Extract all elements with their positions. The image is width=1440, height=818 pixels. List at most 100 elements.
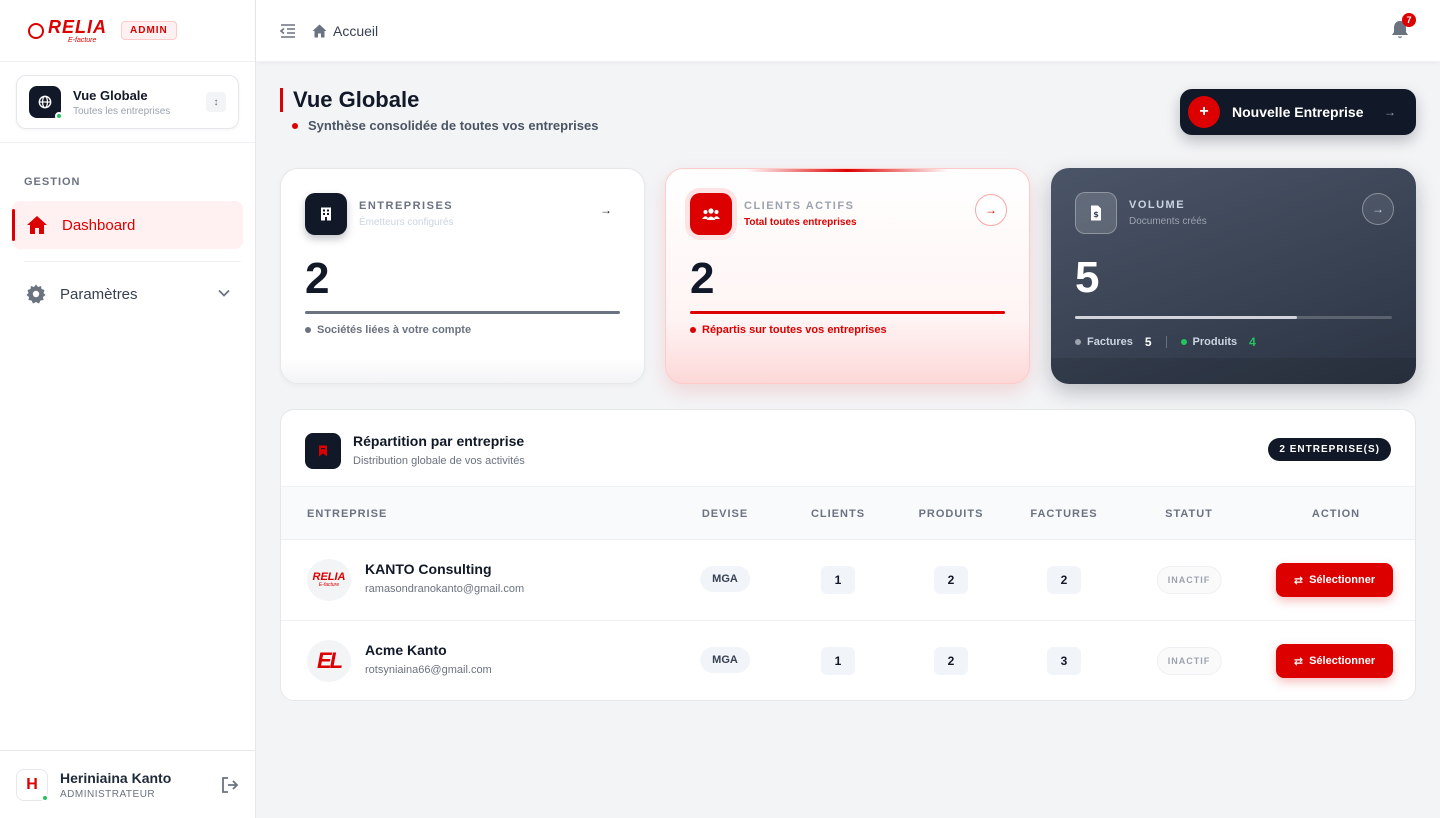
open-companies-arrow-icon[interactable]: → (590, 194, 622, 226)
column-header[interactable]: PRODUITS (919, 508, 984, 520)
gear-icon (26, 284, 46, 304)
select-company-button[interactable]: ⇄ Sélectionner (1276, 563, 1393, 597)
logout-icon[interactable] (221, 776, 239, 793)
sidebar-item-dashboard[interactable]: Dashboard (12, 201, 243, 249)
new-company-label: Nouvelle Entreprise (1232, 104, 1364, 120)
divider (1165, 336, 1167, 348)
clients-count: 1 (821, 566, 855, 594)
table-row: EL Acme Kanto rotsyniaina66@gmail.com MG… (281, 621, 1415, 700)
plus-icon: + (1188, 96, 1220, 128)
avatar[interactable]: H (16, 768, 49, 802)
online-indicator (55, 112, 63, 120)
column-header[interactable]: ACTION (1312, 508, 1360, 520)
products-count: 2 (934, 566, 968, 594)
svg-text:$: $ (1093, 210, 1099, 219)
bullet-dot (690, 327, 696, 333)
arrow-right-icon: → (1384, 105, 1396, 119)
card-footer-text: Répartis sur toutes vos entreprises (702, 324, 887, 336)
card-progress-bar (305, 311, 620, 314)
table-header: ENTREPRISE DEVISE CLIENTS PRODUITS FACTU… (281, 486, 1415, 540)
column-header[interactable]: FACTURES (1030, 508, 1097, 520)
status-badge: INACTIF (1156, 647, 1222, 675)
user-role: ADMINISTRATEUR (60, 788, 156, 800)
collapse-sidebar-icon[interactable] (280, 23, 296, 38)
home-icon (27, 216, 47, 234)
factures-value: 5 (1144, 335, 1152, 349)
breadcrumb[interactable]: Accueil (312, 23, 378, 39)
card-subtitle: Total toutes entreprises (744, 217, 857, 228)
divider (24, 261, 241, 262)
invoice-file-icon: $ (1075, 192, 1117, 234)
company-logo: RELIA E-facture (307, 559, 351, 601)
card-value: 2 (305, 254, 330, 303)
card-title: ENTREPRISES (359, 200, 454, 212)
open-volume-arrow-icon[interactable]: → (1362, 193, 1394, 225)
scope-selector[interactable]: Vue Globale Toutes les entreprises ↕ (16, 75, 239, 129)
table-row: RELIA E-facture KANTO Consulting ramason… (281, 540, 1415, 621)
sort-toggle-icon[interactable]: ↕ (206, 92, 226, 112)
card-title: VOLUME (1129, 199, 1186, 211)
relia-logo[interactable]: RELIA E-facture (28, 18, 107, 44)
select-label: Sélectionner (1309, 655, 1376, 667)
online-indicator (41, 793, 49, 802)
notifications-button[interactable]: 7 (1390, 13, 1416, 45)
card-value: 2 (690, 254, 715, 303)
company-logo: EL (307, 640, 351, 682)
card-title: CLIENTS ACTIFS (744, 200, 855, 212)
panel-subtitle: Distribution globale de vos activités (353, 455, 525, 467)
card-subtitle: Émetteurs configurés (359, 217, 454, 228)
volume-progress-bar (1075, 316, 1392, 319)
column-header[interactable]: ENTREPRISE (307, 508, 387, 520)
select-label: Sélectionner (1309, 574, 1376, 586)
currency-pill: MGA (700, 566, 750, 592)
brand-bar: RELIA E-facture ADMIN (0, 0, 255, 62)
factures-label: Factures (1087, 336, 1133, 348)
admin-badge: ADMIN (121, 21, 177, 40)
divider (0, 142, 255, 143)
volume-progress-fill (1075, 316, 1297, 319)
swap-icon: ⇄ (1293, 655, 1304, 668)
nav-heading: GESTION (24, 176, 81, 188)
home-icon (312, 24, 327, 37)
users-icon (690, 193, 732, 235)
building-icon (305, 193, 347, 235)
card-footer-text: Sociétés liées à votre compte (317, 324, 472, 336)
status-dot (292, 122, 298, 129)
logo-subtext: E-facture (68, 36, 97, 44)
card-footer: Sociétés liées à votre compte (305, 324, 471, 336)
company-logo-subtext: E-facture (318, 582, 340, 588)
sidebar: RELIA E-facture ADMIN Vue Globale Toutes… (0, 0, 256, 818)
sidebar-item-label: Paramètres (60, 285, 138, 303)
logo-text: RELIA (48, 16, 107, 37)
products-count: 2 (934, 647, 968, 675)
bullet-dot (1075, 339, 1081, 345)
active-clients-card: CLIENTS ACTIFS Total toutes entreprises … (665, 168, 1030, 384)
decorative-wave (281, 357, 644, 383)
new-company-button[interactable]: + Nouvelle Entreprise → (1180, 89, 1416, 135)
select-company-button[interactable]: ⇄ Sélectionner (1276, 644, 1393, 678)
produits-value: 4 (1249, 335, 1256, 349)
currency-pill: MGA (700, 647, 750, 673)
companies-card: ENTREPRISES Émetteurs configurés → 2 Soc… (280, 168, 645, 384)
status-badge: INACTIF (1156, 566, 1222, 594)
column-header[interactable]: DEVISE (702, 508, 748, 520)
card-progress-bar (690, 311, 1005, 314)
swap-icon: ⇄ (1293, 574, 1304, 587)
bookmark-icon (305, 433, 341, 469)
sidebar-item-parametres[interactable]: Paramètres (12, 270, 243, 318)
topbar: Accueil 7 (256, 0, 1440, 62)
sidebar-item-label: Dashboard (62, 216, 136, 234)
page-subtitle-text: Synthèse consolidée de toutes vos entrep… (308, 118, 599, 133)
scope-subtitle: Toutes les entreprises (73, 105, 171, 117)
chevron-down-icon (218, 289, 230, 297)
invoices-count: 2 (1047, 566, 1081, 594)
column-header[interactable]: STATUT (1165, 508, 1213, 520)
count-badge: 2 ENTREPRISE(S) (1268, 438, 1391, 461)
card-footer: Répartis sur toutes vos entreprises (690, 324, 887, 336)
distribution-panel: Répartition par entreprise Distribution … (280, 409, 1416, 701)
column-header[interactable]: CLIENTS (811, 508, 865, 520)
scope-title: Vue Globale (73, 87, 148, 103)
user-name: Heriniaina Kanto (60, 769, 172, 786)
open-clients-arrow-icon[interactable]: → (975, 194, 1007, 226)
company-email: rotsyniaina66@gmail.com (365, 664, 492, 676)
